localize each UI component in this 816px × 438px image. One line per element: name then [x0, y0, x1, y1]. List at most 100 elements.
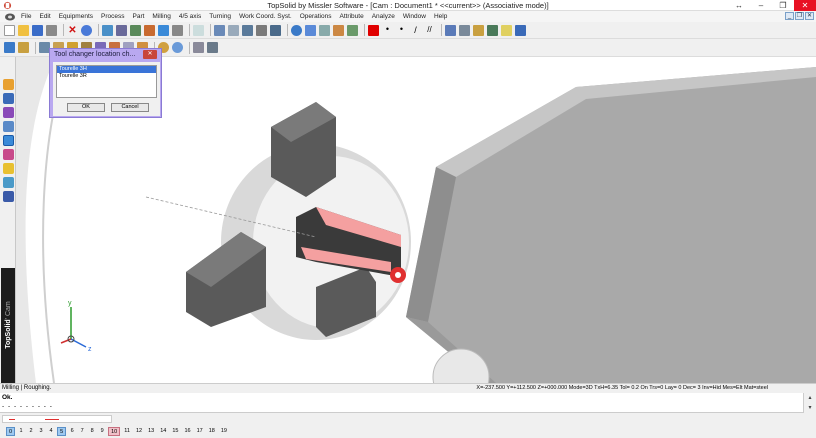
page-tab-18[interactable]: 18 [207, 427, 217, 436]
menu-edit[interactable]: Edit [35, 11, 54, 22]
mdi-close-button[interactable]: ✕ [805, 12, 814, 20]
tool-icon[interactable] [102, 24, 113, 36]
page-tab-4[interactable]: 4 [47, 427, 55, 436]
page-tab-2[interactable]: 2 [27, 427, 35, 436]
page-tab-5[interactable]: 5 [57, 427, 67, 436]
document-icon[interactable] [3, 12, 17, 22]
menu-equipments[interactable]: Equipments [55, 11, 97, 22]
scroll-up-icon[interactable]: ▴ [804, 393, 816, 403]
location-list[interactable]: Tourelle 3H Tourelle 3R [56, 65, 157, 98]
shape-icon[interactable] [3, 93, 14, 104]
report-icon[interactable] [193, 42, 204, 53]
display-icon[interactable] [242, 24, 253, 36]
fixture-icon[interactable] [144, 24, 155, 36]
page-tab-14[interactable]: 14 [158, 427, 168, 436]
page-tab-0[interactable]: 0 [6, 427, 16, 436]
layer-input[interactable] [2, 415, 112, 423]
analysis-icon[interactable] [3, 177, 14, 188]
draft-icon[interactable] [3, 163, 14, 174]
scroll-down-icon[interactable]: ▾ [804, 403, 816, 413]
menu-window[interactable]: Window [399, 11, 430, 22]
layer-icon[interactable] [445, 24, 456, 36]
point-style-2-icon[interactable]: • [396, 24, 407, 36]
menu-operations[interactable]: Operations [296, 11, 336, 22]
layer-filter-icon[interactable] [459, 24, 470, 36]
menu-work-coord-syst[interactable]: Work Coord. Syst. [235, 11, 296, 22]
list-item[interactable]: Tourelle 3H [57, 66, 156, 73]
open-folder-icon[interactable] [18, 24, 29, 36]
simulate-icon[interactable] [158, 24, 169, 36]
save-icon[interactable] [32, 24, 43, 36]
page-tab-17[interactable]: 17 [195, 427, 205, 436]
close-button[interactable]: ✕ [794, 0, 816, 11]
page-tab-7[interactable]: 7 [78, 427, 86, 436]
settings-icon[interactable] [172, 24, 183, 36]
menu-4-5-axis[interactable]: 4/5 axis [175, 11, 205, 22]
measure-icon[interactable] [214, 24, 225, 36]
menu-part[interactable]: Part [129, 11, 149, 22]
ok-button[interactable]: OK [67, 103, 105, 112]
print-icon[interactable] [46, 24, 57, 36]
page-tab-15[interactable]: 15 [170, 427, 180, 436]
menu-analyze[interactable]: Analyze [368, 11, 399, 22]
delete-icon[interactable]: ✕ [67, 25, 78, 36]
mdi-minimize-button[interactable]: _ [785, 12, 794, 20]
render-mode-icon[interactable] [347, 24, 358, 36]
page-tab-10[interactable]: 10 [108, 427, 121, 436]
surface-icon[interactable] [3, 121, 14, 132]
notes-icon[interactable] [501, 24, 512, 36]
cut-icon[interactable] [228, 24, 239, 36]
page-tab-6[interactable]: 6 [68, 427, 76, 436]
target-icon[interactable] [172, 42, 183, 53]
maximize-button[interactable]: ❐ [772, 0, 794, 11]
curve-icon[interactable] [3, 107, 14, 118]
page-tab-16[interactable]: 16 [182, 427, 192, 436]
sketch-icon[interactable] [3, 79, 14, 90]
filter-icon[interactable] [256, 24, 267, 36]
nc-code-icon[interactable] [207, 42, 218, 53]
toolpath-icon[interactable] [116, 24, 127, 36]
restore-icon[interactable]: ↔ [728, 0, 750, 11]
assistant-icon[interactable] [515, 24, 526, 36]
rotate-view-icon[interactable] [319, 24, 330, 36]
minimize-button[interactable]: – [750, 0, 772, 11]
menu-milling[interactable]: Milling [148, 11, 174, 22]
cam-icon[interactable] [3, 135, 14, 146]
view-icon[interactable] [270, 24, 281, 36]
menu-turning[interactable]: Turning [205, 11, 235, 22]
color-red-swatch-icon[interactable] [368, 24, 379, 36]
menu-help[interactable]: Help [430, 11, 451, 22]
color-palette-icon[interactable] [333, 24, 344, 36]
new-file-icon[interactable] [4, 24, 15, 36]
zoom-icon[interactable] [291, 24, 302, 36]
prompt-scrollbar[interactable]: ▴ ▾ [803, 393, 816, 413]
menu-process[interactable]: Process [97, 11, 128, 22]
page-tab-1[interactable]: 1 [17, 427, 25, 436]
page-tab-8[interactable]: 8 [88, 427, 96, 436]
list-item[interactable]: Tourelle 3R [57, 73, 156, 80]
page-tab-12[interactable]: 12 [134, 427, 144, 436]
library-icon[interactable] [487, 24, 498, 36]
machine-icon[interactable] [130, 24, 141, 36]
assembly-icon[interactable] [3, 149, 14, 160]
undo-icon[interactable] [81, 24, 92, 36]
menu-attribute[interactable]: Attribute [335, 11, 367, 22]
hatch-icon[interactable]: // [424, 25, 435, 36]
page-tab-19[interactable]: 19 [219, 427, 229, 436]
process-icon[interactable] [4, 42, 15, 53]
zoom-all-icon[interactable] [305, 24, 316, 36]
part-icon[interactable] [18, 42, 29, 53]
mdi-restore-button[interactable]: ❐ [795, 12, 804, 20]
cursor-icon[interactable] [193, 24, 204, 36]
dialog-close-button[interactable]: ✕ [143, 50, 157, 59]
page-tab-9[interactable]: 9 [98, 427, 106, 436]
page-tab-3[interactable]: 3 [37, 427, 45, 436]
cancel-button[interactable]: Cancel [111, 103, 149, 112]
tools-icon[interactable] [3, 191, 14, 202]
properties-icon[interactable] [473, 24, 484, 36]
line-style-icon[interactable]: / [410, 25, 421, 36]
prompt-area[interactable]: Ok. - - - - - - - - - [0, 393, 803, 413]
menu-file[interactable]: File [17, 11, 35, 22]
page-tab-13[interactable]: 13 [146, 427, 156, 436]
point-style-icon[interactable]: • [382, 24, 393, 36]
